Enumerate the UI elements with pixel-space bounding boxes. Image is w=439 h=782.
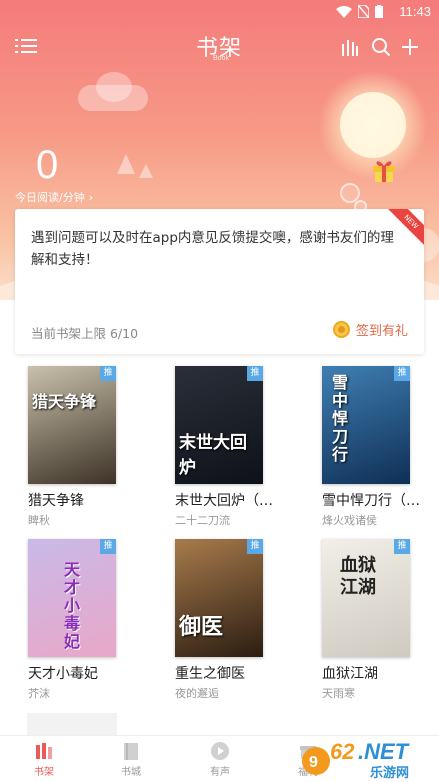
chevron-right-icon: › [88,190,94,204]
wifi-icon [336,5,352,18]
nav-label: 书架 [34,767,54,778]
book-author: 夜的邂逅 [175,687,219,700]
checkin-label: 签到有礼 [355,324,408,339]
book-cover-title: 血狱江湖 [340,555,376,598]
notice-text: 遇到问题可以及时在app内意见反馈提交噢，感谢书友们的理解和支持！ [31,230,394,268]
book-cover[interactable]: 末世大回炉 推 [175,366,263,484]
bookshelf-icon [36,743,52,759]
status-time: 11:43 [399,4,431,19]
gift-icon[interactable] [371,157,397,183]
reading-minutes-count[interactable]: 0 [36,143,58,188]
nav-tab-bookstore[interactable]: 书城 [101,741,161,778]
recommend-tag: 推 [100,539,116,554]
book-title: 血狱江湖 [322,666,378,682]
audio-play-icon [211,742,229,760]
book-title: 雪中悍刀行（… [322,493,420,509]
coin-icon [332,321,350,338]
sun-core-decoration [340,92,406,158]
menu-icon[interactable] [15,38,37,54]
book-title: 天才小毒妃 [28,666,98,682]
add-icon[interactable] [401,38,419,56]
recommend-tag: 推 [247,366,263,381]
book-cover[interactable]: 天才小毒妃 推 [28,539,116,657]
tree-decoration [117,154,135,174]
page-subtitle: Book [213,55,229,62]
battery-icon [375,5,383,18]
book-cover-art [28,366,116,484]
book-author: 二十二刀流 [175,514,230,527]
tree-decoration [139,164,153,178]
recommend-tag: 推 [394,539,410,554]
book-cover[interactable]: 猎天争锋 推 [28,366,116,484]
book-title: 末世大回炉（… [175,493,273,509]
checkin-button[interactable]: 签到有礼 [332,320,408,339]
status-icons [336,5,383,18]
book-cover[interactable]: 御医 推 [175,539,263,657]
reading-minutes-label: 今日阅读/分钟 [15,191,85,204]
book-author: 睥秋 [28,514,50,527]
nav-label: 书城 [121,767,141,778]
site-watermark-logo: 9 62 .NET 乐游网 [302,739,410,781]
nav-label: 有声 [210,767,230,778]
book-author: 芥沫 [28,687,50,700]
book-title: 重生之御医 [175,666,245,682]
top-bar: 书架 Book [0,28,439,64]
recommend-tag: 推 [394,366,410,381]
nav-tab-bookshelf[interactable]: 书架 [14,741,74,778]
stats-icon[interactable] [341,38,359,56]
book-cover[interactable]: 雪中悍刀行 推 [322,366,410,484]
svg-text:62: 62 [330,739,355,764]
book-title: 猎天争锋 [28,493,84,509]
notice-card: 遇到问题可以及时在app内意见反馈提交噢，感谢书友们的理解和支持！ 当前书架上限… [15,209,424,354]
svg-text:.NET: .NET [358,739,410,764]
nav-tab-audio[interactable]: 有声 [190,741,250,778]
book-author: 烽火戏诸侯 [322,514,377,527]
cloud-decoration [96,72,132,102]
recommend-tag: 推 [247,539,263,554]
book-cover-title: 雪中悍刀行 [332,373,349,464]
book-author: 天雨寒 [322,687,355,700]
svg-text:9: 9 [309,754,318,771]
book-cover-title: 末世大回炉 [179,433,247,478]
search-icon[interactable] [371,37,391,57]
recommend-tag: 推 [100,366,116,381]
book-cover-title: 天才小毒妃 [64,560,81,651]
book-cover[interactable]: 血狱江湖 推 [322,539,410,657]
reading-minutes-link[interactable]: 今日阅读/分钟 › [15,189,93,205]
status-bar: 11:43 [0,0,439,24]
book-cover-title: 御医 [179,614,224,640]
no-sim-icon [358,5,369,18]
shelf-limit-text: 当前书架上限 6/10 [31,326,139,341]
svg-text:乐游网: 乐游网 [370,765,409,781]
bookstore-icon [124,743,138,760]
book-cover-title: 猎天争锋 [32,392,97,411]
